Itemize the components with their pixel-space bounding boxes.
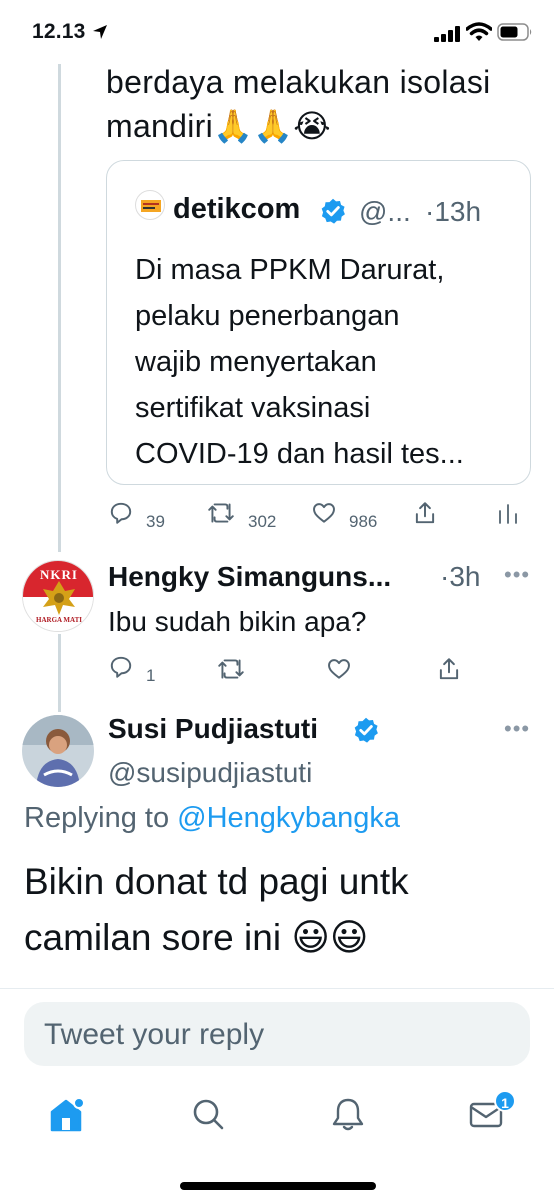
parent-tweet-text-line2: mandiri🙏🙏😭 — [106, 108, 331, 144]
thread-line — [58, 64, 61, 552]
main-text-line: camilan sore ini 😃😃 — [24, 917, 369, 958]
reply-timestamp: ·3h — [440, 561, 481, 592]
battery-icon — [497, 23, 532, 41]
verified-badge-icon — [321, 198, 345, 224]
wifi-icon — [466, 22, 492, 41]
like-count: 986 — [349, 512, 378, 531]
share-icon — [439, 658, 459, 680]
verified-badge-icon — [354, 717, 378, 743]
retweet-icon — [208, 503, 234, 523]
more-options-icon[interactable]: ••• — [504, 562, 530, 588]
susi-avatar[interactable] — [22, 715, 94, 787]
home-icon[interactable] — [42, 1090, 90, 1138]
hengky-avatar[interactable]: NKRI HARGA MATI — [22, 560, 94, 632]
reply-icon — [110, 656, 132, 678]
search-icon[interactable] — [184, 1090, 232, 1138]
avatar-text-bottom: HARGA MATI — [36, 616, 82, 624]
quoted-tweet-text: Di masa PPKM Darurat, pelaku penerbangan… — [135, 247, 515, 477]
quoted-author-handle: @... — [359, 196, 411, 227]
avatar-text-top: NKRI — [40, 567, 78, 582]
reply-tweet-text: Ibu sudah bikin apa? — [108, 606, 367, 637]
quoted-tweet-card[interactable]: detikcom @... ·13h Di masa PPKM Darurat,… — [106, 160, 531, 485]
cellular-signal-icon — [434, 26, 460, 42]
parent-tweet-text-line1: berdaya melakukan isolasi — [106, 64, 491, 100]
quoted-line: wajib menyertakan — [135, 346, 377, 378]
status-time: 12.13 — [32, 20, 86, 43]
retweet-icon — [218, 659, 244, 679]
home-indicator — [180, 1182, 376, 1190]
quoted-author-name: detikcom — [173, 193, 301, 225]
more-options-icon[interactable]: ••• — [504, 716, 530, 742]
location-arrow-icon — [93, 25, 107, 39]
analytics-icon — [499, 504, 517, 524]
replying-mention-link[interactable]: @Hengkybangka — [177, 802, 400, 834]
detikcom-avatar — [135, 190, 165, 220]
retweet-button[interactable] — [216, 656, 248, 686]
share-button[interactable] — [412, 500, 442, 530]
replying-prefix: Replying to — [24, 802, 178, 834]
reply-input-placeholder: Tweet your reply — [44, 1018, 265, 1051]
like-button[interactable]: 986 — [311, 500, 391, 531]
reply-count: 39 — [146, 512, 165, 531]
main-author-handle: @susipudjiastuti — [108, 757, 313, 788]
replying-to: Replying to @Hengkybangka — [24, 802, 400, 835]
thread-line — [58, 634, 61, 712]
quoted-timestamp: ·13h — [425, 196, 482, 227]
share-icon — [415, 502, 435, 524]
divider — [0, 988, 554, 989]
reply-input[interactable]: Tweet your reply — [24, 1002, 530, 1066]
messages-badge: 1 — [494, 1090, 516, 1112]
status-bar: 12.13 — [0, 0, 554, 64]
reply-icon — [110, 502, 132, 524]
notifications-bell-icon[interactable] — [324, 1090, 372, 1138]
retweet-button[interactable]: 302 — [206, 500, 286, 531]
quoted-line: Di masa PPKM Darurat, — [135, 254, 445, 286]
main-tweet-text: Bikin donat td pagi untk camilan sore in… — [24, 854, 409, 966]
reply-button[interactable]: 1 — [108, 654, 168, 685]
retweet-count: 302 — [248, 512, 277, 531]
heart-icon — [328, 659, 350, 679]
analytics-button[interactable] — [497, 500, 523, 530]
quoted-line: pelaku penerbangan — [135, 300, 400, 332]
share-button[interactable] — [436, 656, 466, 686]
quoted-line: COVID-19 dan hasil tes... — [135, 438, 464, 470]
main-author-name[interactable]: Susi Pudjiastuti — [108, 713, 318, 745]
reply-button[interactable]: 39 — [108, 500, 178, 531]
reply-author-name[interactable]: Hengky Simanguns... — [108, 561, 391, 593]
heart-icon — [313, 503, 335, 523]
quoted-line: sertifikat vaksinasi — [135, 392, 371, 424]
like-button[interactable] — [326, 656, 356, 686]
reply-count: 1 — [146, 666, 156, 685]
main-text-line: Bikin donat td pagi untk — [24, 861, 409, 902]
